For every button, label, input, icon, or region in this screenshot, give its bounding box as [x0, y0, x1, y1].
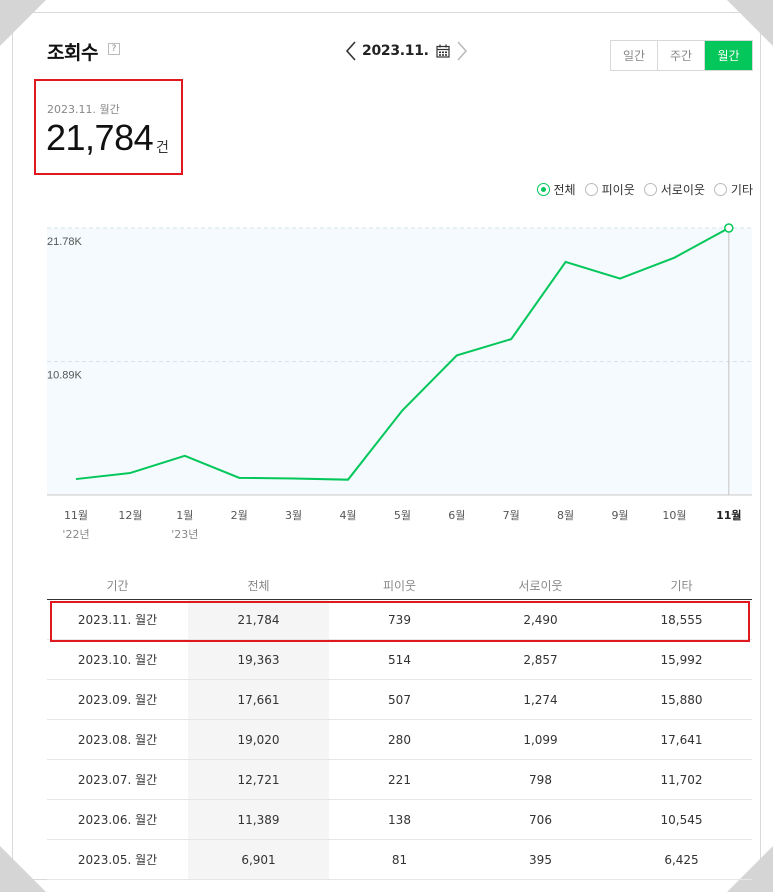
- views-line-chart: 21.78K 10.89K 11월 12월 1월 2월 3월 4월 5월 6월 7월 8월 9월 10월 1…: [47, 200, 752, 545]
- table-cell: 11,702: [660, 772, 703, 787]
- tab-weekly[interactable]: 주간: [658, 41, 705, 70]
- table-row: 2023.10. 월간 19,363 514 2,857 15,992: [47, 640, 752, 680]
- summary-value: 21,784: [46, 117, 154, 158]
- column-header: 서로이웃: [518, 579, 563, 593]
- table-cell: 221: [388, 772, 411, 787]
- legend-label: 전체: [553, 183, 576, 197]
- table-cell: 10,545: [660, 812, 703, 827]
- chart-svg: 21.78K 10.89K 11월 12월 1월 2월 3월 4월 5월 6월 7월 8월 9월 10월 1…: [47, 223, 752, 541]
- table-cell: 514: [388, 652, 411, 667]
- legend: 전체 피이웃 서로이웃 기타: [536, 181, 753, 198]
- table-cell: 1,099: [523, 732, 558, 747]
- table-cell: 6,901: [188, 840, 329, 879]
- summary-period: 2023.11. 월간: [47, 103, 120, 116]
- table-cell: 81: [391, 852, 408, 867]
- legend-item-mutual[interactable]: 서로이웃: [643, 181, 705, 198]
- table-cell: 12,721: [188, 760, 329, 799]
- table-cell: 17,641: [660, 732, 703, 747]
- column-header: 피이웃: [382, 579, 417, 593]
- table-cell: 21,784: [188, 600, 329, 639]
- table-header: 기간 전체 피이웃 서로이웃 기타: [47, 572, 752, 600]
- column-header: 기간: [106, 579, 129, 593]
- radio-icon[interactable]: [584, 183, 598, 196]
- x-tick-label: 11월: [64, 509, 88, 522]
- corner-decoration: [0, 0, 46, 46]
- x-tick-label: 4월: [339, 509, 356, 522]
- prev-arrow-icon[interactable]: [342, 38, 360, 64]
- year-label: '23년: [171, 528, 198, 541]
- table-cell: 798: [529, 772, 552, 787]
- radio-icon[interactable]: [643, 183, 657, 196]
- table-cell: 2023.05. 월간: [77, 853, 158, 867]
- legend-item-neighbor[interactable]: 피이웃: [584, 181, 635, 198]
- corner-decoration: [0, 846, 46, 892]
- legend-label: 기타: [730, 183, 753, 197]
- x-tick-label: 7월: [503, 509, 520, 522]
- date-label: 2023.11.: [362, 43, 429, 59]
- tab-daily[interactable]: 일간: [611, 41, 658, 70]
- table-cell: 138: [388, 812, 411, 827]
- table-cell: 6,425: [664, 852, 699, 867]
- table-cell: 706: [529, 812, 552, 827]
- year-label: '22년: [62, 528, 89, 541]
- y-tick-label: 10.89K: [47, 370, 83, 382]
- legend-label: 서로이웃: [660, 183, 705, 197]
- table-cell: 11,389: [188, 800, 329, 839]
- table-cell: 507: [388, 692, 411, 707]
- table-cell: 2,857: [523, 652, 558, 667]
- legend-item-all[interactable]: 전체: [536, 181, 576, 198]
- page-title: 조회수: [47, 42, 98, 64]
- table-cell: 15,880: [660, 692, 703, 707]
- x-tick-label: 11월: [716, 508, 741, 522]
- calendar-icon[interactable]: [433, 41, 453, 61]
- table-row: 2023.06. 월간 11,389 138 706 10,545: [47, 800, 752, 840]
- table-cell: 19,363: [188, 640, 329, 679]
- table-cell: 280: [388, 732, 411, 747]
- table-cell: 15,992: [660, 652, 703, 667]
- table-body: 2023.11. 월간 21,784 739 2,490 18,555 2023.10. …: [47, 600, 752, 880]
- x-tick-label: 8월: [557, 509, 574, 522]
- table-row: 2023.11. 월간 21,784 739 2,490 18,555: [47, 600, 752, 640]
- table-row: 2023.09. 월간 17,661 507 1,274 15,880: [47, 680, 752, 720]
- table-cell: 2023.09. 월간: [77, 693, 158, 707]
- tab-monthly[interactable]: 월간: [705, 41, 752, 70]
- legend-item-other[interactable]: 기타: [713, 181, 753, 198]
- table-cell: 739: [388, 612, 411, 627]
- table-cell: 2023.06. 월간: [77, 813, 158, 827]
- table-cell: 1,274: [523, 692, 558, 707]
- legend-label: 피이웃: [601, 183, 635, 197]
- x-tick-label: 9월: [611, 509, 628, 522]
- next-arrow-icon[interactable]: [453, 38, 471, 64]
- x-tick-label: 1월: [176, 509, 193, 522]
- date-navigator: 2023.11.: [342, 38, 471, 64]
- column-header: 기타: [670, 579, 693, 593]
- radio-icon[interactable]: [536, 183, 550, 196]
- x-tick-label: 6월: [448, 509, 465, 522]
- x-tick-label: 12월: [118, 509, 142, 522]
- x-tick-label: 3월: [285, 509, 302, 522]
- table-cell: 395: [529, 852, 552, 867]
- table-cell: 2,490: [523, 612, 558, 627]
- x-tick-label: 2월: [231, 509, 248, 522]
- table-cell: 2023.08. 월간: [77, 733, 158, 747]
- table-cell: 2023.10. 월간: [77, 653, 158, 667]
- x-tick-label: 10월: [662, 509, 686, 522]
- table-cell: 2023.11. 월간: [77, 613, 158, 627]
- views-table: 기간 전체 피이웃 서로이웃 기타 2023.11. 월간 21,784 739 2,…: [47, 572, 752, 880]
- highlight-point: [724, 223, 734, 233]
- summary-unit: 건: [156, 140, 169, 156]
- table-cell: 2023.07. 월간: [77, 773, 158, 787]
- radio-icon[interactable]: [713, 183, 727, 196]
- column-header: 전체: [247, 579, 270, 593]
- table-row: 2023.07. 월간 12,721 221 798 11,702: [47, 760, 752, 800]
- x-tick-label: 5월: [394, 509, 411, 522]
- period-tabs: 일간 주간 월간: [610, 40, 753, 71]
- table-cell: 17,661: [188, 680, 329, 719]
- help-icon[interactable]: ?: [108, 43, 120, 55]
- table-row: 2023.05. 월간 6,901 81 395 6,425: [47, 840, 752, 880]
- table-cell: 19,020: [188, 720, 329, 759]
- table-row: 2023.08. 월간 19,020 280 1,099 17,641: [47, 720, 752, 760]
- table-cell: 18,555: [660, 612, 703, 627]
- y-tick-label: 21.78K: [47, 236, 83, 248]
